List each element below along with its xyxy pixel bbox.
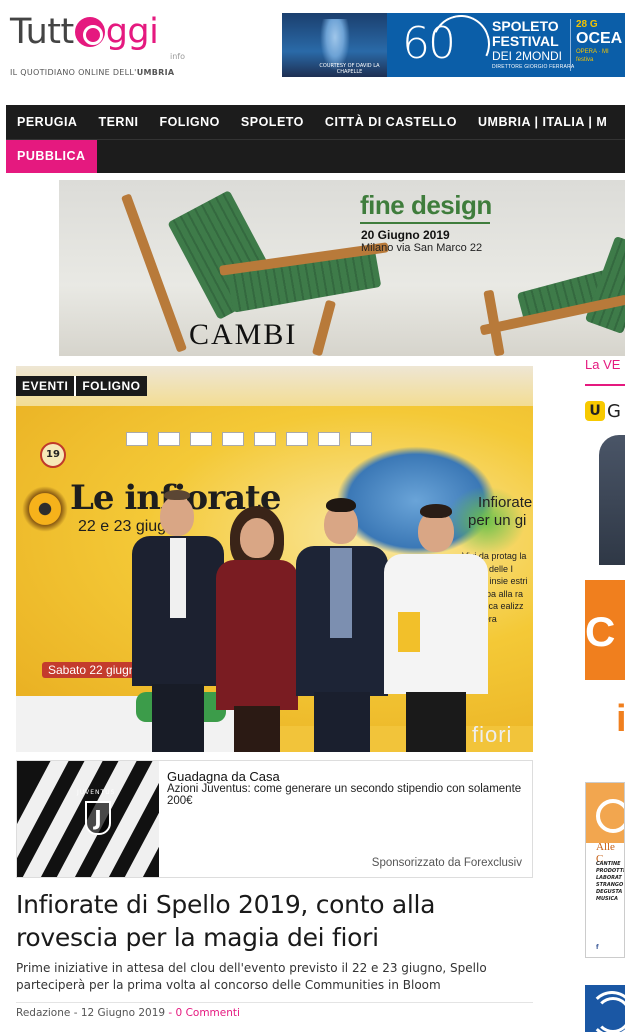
flower-icon	[22, 486, 68, 532]
sponsored-title[interactable]: Guadagna da Casa	[167, 769, 280, 784]
logo-tagline: IL QUOTIDIANO ONLINE DELL'UMBRIA	[10, 68, 175, 77]
sidebar-title: La VE	[585, 357, 621, 372]
ad-place: Milano via San Marco 22	[361, 242, 483, 254]
sponsored-card[interactable]: JUVENTUS J Guadagna da Casa Azioni Juven…	[16, 760, 533, 878]
logo-suffix: info	[170, 52, 186, 61]
logo-wordmark: Tutt ggi	[10, 12, 159, 52]
nav-item-foligno[interactable]: FOLIGNO	[159, 115, 219, 129]
nav-item-terni[interactable]: TERNI	[98, 115, 138, 129]
site-logo[interactable]: Tutt ggi info IL QUOTIDIANO ONLINE DELL'U…	[10, 10, 190, 80]
edition-badge: 19	[40, 442, 66, 468]
person-2	[212, 506, 302, 752]
sponsored-image: JUVENTUS J	[17, 761, 159, 877]
nav-item-perugia[interactable]: PERUGIA	[17, 115, 77, 129]
cambi-fine-design-ad[interactable]: fine design 20 Giugno 2019 Milano via Sa…	[59, 180, 625, 356]
cantine-logo-icon	[586, 783, 624, 843]
sidebar-ad-blue[interactable]	[585, 985, 625, 1032]
ad-date: 20 Giugno 2019	[361, 228, 450, 242]
person-3	[292, 496, 392, 752]
brand-logo-icon: U	[585, 401, 605, 421]
facebook-icon: f	[596, 944, 599, 951]
sidebar-ad-cantine[interactable]: Alle C CANTINE PRODOTTI LABORAT STRANGO …	[585, 782, 625, 958]
article-featured-image[interactable]: 19 Le infiorate 22 e 23 giugno Infiorate…	[16, 366, 533, 752]
sponsored-subtitle[interactable]: Azioni Juventus: come generare un second…	[167, 783, 527, 807]
sponsored-by[interactable]: Sponsorizzato da Forexclusiv	[372, 857, 522, 869]
banner-courtesy: COURTESY OF DAVID LA CHAPELLE	[319, 63, 380, 75]
banner-photo: COURTESY OF DAVID LA CHAPELLE	[282, 13, 387, 77]
article-category-tags: EVENTI FOLIGNO	[16, 376, 147, 396]
sidebar-ad-orange[interactable]: C	[585, 580, 625, 680]
article-date: 12 Giugno 2019	[80, 1007, 166, 1019]
category-tag-eventi[interactable]: EVENTI	[16, 376, 75, 396]
site-header: Tutt ggi info IL QUOTIDIANO ONLINE DELL'U…	[0, 0, 625, 100]
category-tag-foligno[interactable]: FOLIGNO	[74, 376, 147, 396]
juventus-logo-icon: J	[85, 801, 111, 835]
person-4	[378, 502, 492, 752]
nav-item-umbria-italia[interactable]: UMBRIA | ITALIA | M	[478, 115, 607, 129]
article-headline[interactable]: Infiorate di Spello 2019, conto alla rov…	[16, 888, 536, 954]
sponsored-image-text: JUVENTUS	[77, 789, 116, 796]
ad-title: fine design	[360, 190, 492, 220]
nav-item-spoleto[interactable]: SPOLETO	[241, 115, 304, 129]
nav-item-citta-di-castello[interactable]: CITTÀ DI CASTELLO	[325, 115, 457, 129]
main-nav: PERUGIA TERNI FOLIGNO SPOLETO CITTÀ DI C…	[6, 105, 625, 173]
article-author[interactable]: Redazione	[16, 1007, 70, 1019]
ad-brand: CAMBI	[189, 318, 298, 351]
sidebar-ad-letter[interactable]: i	[616, 698, 625, 741]
banner-festival-text: SPOLETO FESTIVAL DEI 2MONDI DIRETTORE GI…	[492, 18, 575, 71]
chair-illustration-2	[459, 235, 625, 356]
article-excerpt: Prime iniziative in attesa del clou dell…	[16, 961, 487, 992]
nav-item-pubblica[interactable]: PUBBLICA	[6, 140, 97, 173]
spoleto-festival-banner[interactable]: COURTESY OF DAVID LA CHAPELLE 60 SPOLETO…	[282, 13, 625, 77]
article-comments-link[interactable]: 0 Commenti	[176, 1007, 240, 1019]
sponsor-logos	[126, 432, 372, 446]
banner-event-info: 28 G OCEA OPERA · MI festiva	[576, 19, 623, 63]
article-meta: Redazione - 12 Giugno 2019 - 0 Commenti	[16, 1007, 240, 1019]
power-icon	[74, 17, 105, 47]
sidebar-ad-clothing[interactable]: U G	[585, 395, 625, 570]
